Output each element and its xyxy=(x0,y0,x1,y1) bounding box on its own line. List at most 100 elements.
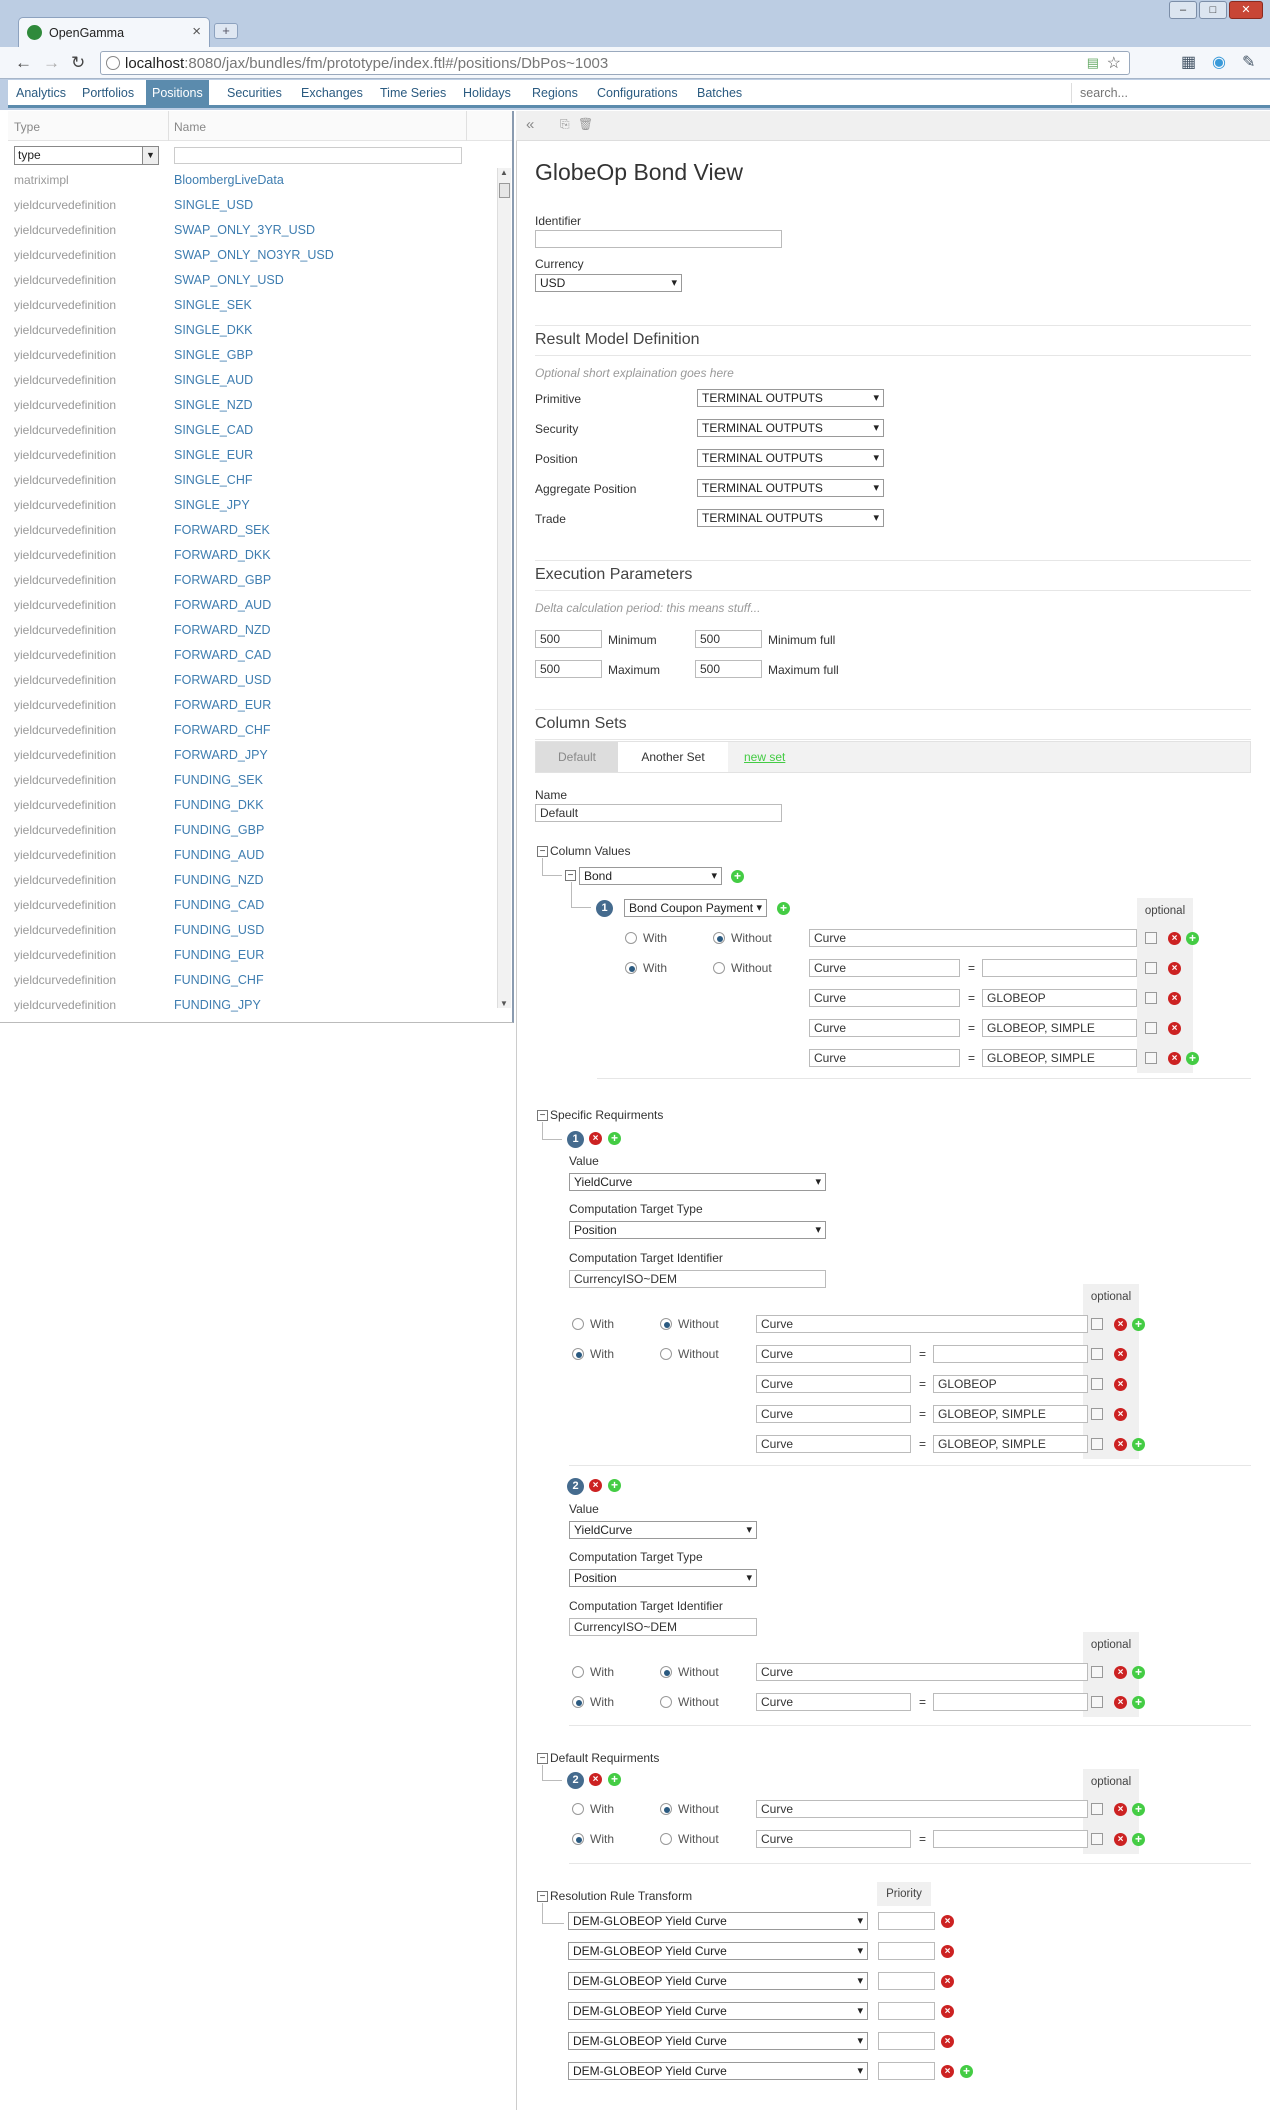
add-rule-icon[interactable]: + xyxy=(960,2065,973,2078)
list-row[interactable]: yieldcurvedefinition FORWARD_NZD xyxy=(8,618,498,643)
row-name[interactable]: FORWARD_GBP xyxy=(174,568,271,593)
property-value-input[interactable]: GLOBEOP, SIMPLE xyxy=(982,1049,1137,1067)
remove-constraint-icon[interactable]: × xyxy=(1114,1666,1127,1679)
set-name-input[interactable]: Default xyxy=(535,804,782,822)
nav-time-series[interactable]: Time Series xyxy=(374,80,452,106)
remove-constraint-icon[interactable]: × xyxy=(1168,932,1181,945)
req2-ctt-select[interactable]: Position xyxy=(569,1569,757,1587)
add-requirement-icon[interactable]: + xyxy=(608,1132,621,1145)
rmd-select-security[interactable]: TERMINAL OUTPUTS xyxy=(697,419,884,437)
row-name[interactable]: FUNDING_DKK xyxy=(174,793,264,818)
property-value-input[interactable]: GLOBEOP xyxy=(982,989,1137,1007)
remove-default-icon[interactable]: × xyxy=(589,1773,602,1786)
curve-input[interactable]: Curve xyxy=(756,1375,911,1393)
row-name[interactable]: FORWARD_SEK xyxy=(174,518,270,543)
remove-constraint-icon[interactable]: × xyxy=(1168,992,1181,1005)
identifier-input[interactable] xyxy=(535,230,782,248)
rss-icon[interactable]: ▤ xyxy=(1087,55,1099,71)
rmd-select-trade[interactable]: TERMINAL OUTPUTS xyxy=(697,509,884,527)
remove-constraint-icon[interactable]: × xyxy=(1114,1348,1127,1361)
list-row[interactable]: yieldcurvedefinition FUNDING_JPY xyxy=(8,993,498,1018)
row-name[interactable]: FUNDING_JPY xyxy=(174,993,261,1018)
list-row[interactable]: yieldcurvedefinition FUNDING_SEK xyxy=(8,768,498,793)
priority-input[interactable] xyxy=(878,2002,935,2020)
nav-batches[interactable]: Batches xyxy=(691,80,748,106)
list-row[interactable]: yieldcurvedefinition SINGLE_NZD xyxy=(8,393,498,418)
priority-input[interactable] xyxy=(878,1972,935,1990)
row-name[interactable]: FORWARD_DKK xyxy=(174,543,271,568)
property-value-input[interactable] xyxy=(982,959,1137,977)
with-radio[interactable] xyxy=(572,1666,584,1678)
curve-input[interactable]: Curve xyxy=(809,959,960,977)
row-name[interactable]: FUNDING_USD xyxy=(174,918,264,943)
optional-checkbox[interactable] xyxy=(1091,1438,1103,1450)
with-radio[interactable] xyxy=(572,1696,584,1708)
back-arrow-icon[interactable]: ← xyxy=(15,53,32,73)
optional-checkbox[interactable] xyxy=(1091,1696,1103,1708)
list-row[interactable]: yieldcurvedefinition SINGLE_GBP xyxy=(8,343,498,368)
nav-holidays[interactable]: Holidays xyxy=(457,80,517,106)
row-name[interactable]: SINGLE_DKK xyxy=(174,318,253,343)
list-row[interactable]: yieldcurvedefinition SINGLE_USD xyxy=(8,193,498,218)
with-radio[interactable] xyxy=(572,1803,584,1815)
bookmark-star-icon[interactable]: ☆ xyxy=(1107,53,1121,73)
forward-arrow-icon[interactable]: → xyxy=(43,53,60,73)
optional-checkbox[interactable] xyxy=(1091,1408,1103,1420)
row-name[interactable]: FUNDING_NZD xyxy=(174,868,264,893)
column-header-name[interactable]: Name xyxy=(174,120,206,134)
remove-rule-icon[interactable]: × xyxy=(941,1945,954,1958)
resolution-rule-select[interactable]: DEM-GLOBEOP Yield Curve xyxy=(568,2002,868,2020)
name-filter-input[interactable] xyxy=(174,147,462,164)
remove-constraint-icon[interactable]: × xyxy=(1114,1318,1127,1331)
list-row[interactable]: yieldcurvedefinition SINGLE_CAD xyxy=(8,418,498,443)
skype-icon[interactable]: ◉ xyxy=(1212,52,1226,72)
add-requirement-icon[interactable]: + xyxy=(608,1479,621,1492)
row-name[interactable]: SINGLE_EUR xyxy=(174,443,253,468)
list-row[interactable]: yieldcurvedefinition SINGLE_SEK xyxy=(8,293,498,318)
nav-positions[interactable]: Positions xyxy=(146,80,209,106)
row-name[interactable]: SINGLE_CHF xyxy=(174,468,253,493)
req2-cti-input[interactable]: CurrencyISO~DEM xyxy=(569,1618,757,1636)
type-filter-select[interactable]: type ▼ xyxy=(14,146,159,165)
delete-icon[interactable]: 🗑 xyxy=(578,117,593,131)
list-row[interactable]: yieldcurvedefinition SINGLE_EUR xyxy=(8,443,498,468)
browser-tab[interactable]: OpenGamma × xyxy=(18,17,210,47)
add-value-icon[interactable]: + xyxy=(777,902,790,915)
new-tab-button[interactable]: + xyxy=(214,23,238,39)
list-row[interactable]: yieldcurvedefinition FUNDING_CHF xyxy=(8,968,498,993)
with-radio[interactable] xyxy=(572,1833,584,1845)
list-row[interactable]: yieldcurvedefinition SINGLE_DKK xyxy=(8,318,498,343)
reload-icon[interactable]: ↻ xyxy=(71,53,85,73)
list-row[interactable]: yieldcurvedefinition FORWARD_CAD xyxy=(8,643,498,668)
list-row[interactable]: yieldcurvedefinition FUNDING_NZD xyxy=(8,868,498,893)
remove-constraint-icon[interactable]: × xyxy=(1114,1833,1127,1846)
scrollbar-thumb[interactable] xyxy=(499,183,510,198)
row-name[interactable]: FORWARD_AUD xyxy=(174,593,271,618)
list-row[interactable]: yieldcurvedefinition FUNDING_CAD xyxy=(8,893,498,918)
scroll-up-icon[interactable]: ▲ xyxy=(500,168,508,177)
req1-ctt-select[interactable]: Position xyxy=(569,1221,826,1239)
row-name[interactable]: FUNDING_SEK xyxy=(174,768,263,793)
optional-checkbox[interactable] xyxy=(1091,1666,1103,1678)
collapse-panel-icon[interactable]: « xyxy=(526,116,534,133)
req1-cti-input[interactable]: CurrencyISO~DEM xyxy=(569,1270,826,1288)
collapse-bond-icon[interactable]: − xyxy=(565,870,576,881)
property-value-input[interactable]: GLOBEOP, SIMPLE xyxy=(933,1435,1088,1453)
row-name[interactable]: SINGLE_NZD xyxy=(174,393,253,418)
column-header-type[interactable]: Type xyxy=(14,120,40,134)
rmd-select-primitive[interactable]: TERMINAL OUTPUTS xyxy=(697,389,884,407)
list-row[interactable]: yieldcurvedefinition FORWARD_USD xyxy=(8,668,498,693)
resolution-rule-select[interactable]: DEM-GLOBEOP Yield Curve xyxy=(568,1912,868,1930)
remove-rule-icon[interactable]: × xyxy=(941,2035,954,2048)
remove-constraint-icon[interactable]: × xyxy=(1168,962,1181,975)
add-constraint-icon[interactable]: + xyxy=(1132,1666,1145,1679)
search-input[interactable] xyxy=(1071,83,1266,103)
close-tab-icon[interactable]: × xyxy=(192,23,201,40)
add-security-icon[interactable]: + xyxy=(731,870,744,883)
without-radio[interactable] xyxy=(660,1833,672,1845)
list-row[interactable]: yieldcurvedefinition SINGLE_AUD xyxy=(8,368,498,393)
priority-input[interactable] xyxy=(878,2062,935,2080)
priority-input[interactable] xyxy=(878,1912,935,1930)
nav-configurations[interactable]: Configurations xyxy=(591,80,684,106)
remove-constraint-icon[interactable]: × xyxy=(1114,1408,1127,1421)
